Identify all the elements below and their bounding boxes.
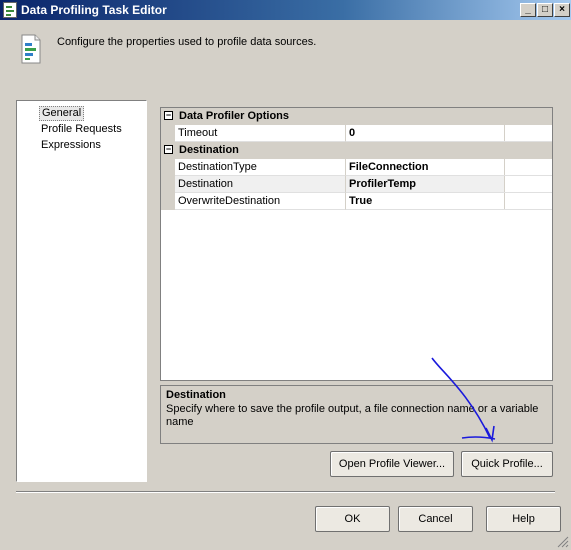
collapse-icon[interactable]: − xyxy=(164,145,173,154)
ok-button[interactable]: OK xyxy=(315,506,390,532)
category-data-profiler-options[interactable]: − Data Profiler Options xyxy=(161,108,552,125)
window-title: Data Profiling Task Editor xyxy=(21,3,167,17)
property-value[interactable]: FileConnection xyxy=(345,159,552,176)
nav-item-profile-requests[interactable]: Profile Requests xyxy=(39,122,124,137)
property-row-overwrite-destination[interactable]: OverwriteDestination True xyxy=(161,193,552,210)
description-title: Destination xyxy=(166,389,226,401)
property-row-destination[interactable]: Destination ProfilerTemp xyxy=(161,176,552,193)
nav-item-expressions[interactable]: Expressions xyxy=(39,138,103,153)
property-row-destination-type[interactable]: DestinationType FileConnection xyxy=(161,159,552,176)
page-navigation: General Profile Requests Expressions xyxy=(16,100,147,482)
help-button[interactable]: Help xyxy=(486,506,561,532)
property-description-panel: Destination Specify where to save the pr… xyxy=(160,385,553,444)
app-icon xyxy=(3,2,17,18)
property-value[interactable]: True xyxy=(345,193,552,210)
property-row-timeout[interactable]: Timeout 0 xyxy=(161,125,552,142)
separator xyxy=(16,491,555,493)
resize-grip-icon[interactable] xyxy=(556,535,569,548)
category-destination[interactable]: − Destination xyxy=(161,142,552,159)
category-label: Data Profiler Options xyxy=(179,110,290,122)
open-profile-viewer-button[interactable]: Open Profile Viewer... xyxy=(330,451,454,477)
cancel-button[interactable]: Cancel xyxy=(398,506,473,532)
property-grid[interactable]: − Data Profiler Options Timeout 0 − Dest… xyxy=(160,107,553,381)
property-value[interactable]: 0 xyxy=(345,125,552,142)
title-bar[interactable]: Data Profiling Task Editor _ □ × xyxy=(0,0,571,20)
maximize-button[interactable]: □ xyxy=(537,3,553,17)
category-label: Destination xyxy=(179,144,239,156)
description-text: Specify where to save the profile output… xyxy=(166,403,539,428)
collapse-icon[interactable]: − xyxy=(164,111,173,120)
profiler-task-icon xyxy=(21,34,41,64)
nav-item-general[interactable]: General xyxy=(39,106,85,121)
property-value[interactable]: ProfilerTemp xyxy=(345,176,552,193)
minimize-button[interactable]: _ xyxy=(520,3,536,17)
header-description: Configure the properties used to profile… xyxy=(57,36,317,48)
quick-profile-button[interactable]: Quick Profile... xyxy=(461,451,553,477)
close-button[interactable]: × xyxy=(554,3,570,17)
